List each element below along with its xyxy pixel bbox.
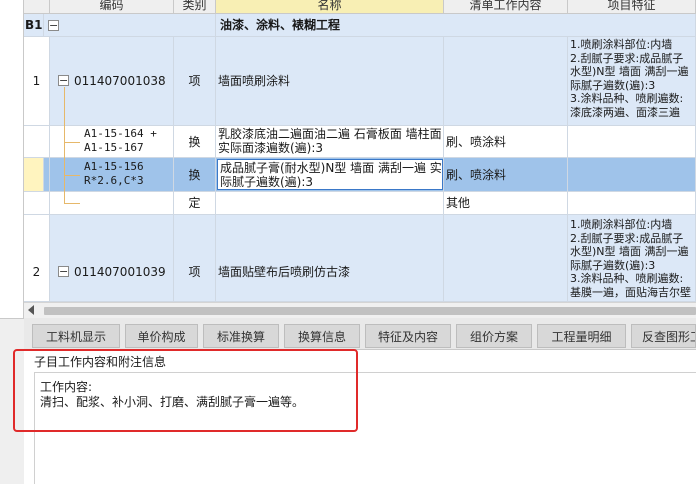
row-selector[interactable] <box>24 158 44 192</box>
header-name[interactable]: 名称 <box>216 0 444 14</box>
feature-line: 1.喷刷涂料部位:内墙 <box>570 38 673 51</box>
header-code[interactable]: 编码 <box>50 0 174 14</box>
quota-code-line: A1-15-167 <box>84 141 144 154</box>
table-row-selected[interactable]: A1-15-156 R*2.6,C*3 换 成品腻子膏(耐水型)N型 墙面 满刮… <box>24 158 696 192</box>
feature-line: 1.喷刷涂料部位:内墙 <box>570 218 673 231</box>
quota-code-line: A1-15-156 <box>84 160 144 173</box>
table-row[interactable]: 定 其他 <box>24 192 696 215</box>
bill-grid[interactable]: 编码 类别 名称 清单工作内容 项目特征 B1 − 油漆、涂料、裱糊工程 1 0… <box>24 0 696 302</box>
header-content[interactable]: 清单工作内容 <box>444 0 568 14</box>
quota-name-cell[interactable]: 成品腻子膏(耐水型)N型 墙面 满刮一遍 实际腻子遍数(遍):3 <box>216 158 444 192</box>
horizontal-scrollbar[interactable] <box>24 302 696 318</box>
item-code: 011407001039 <box>50 215 174 302</box>
collapse-icon[interactable]: − <box>58 266 69 277</box>
work-content-panel: 子目工作内容和附注信息 工作内容: 清扫、配浆、补小洞、打磨、满刮腻子膏一遍等。 <box>24 350 696 484</box>
section-tree-cell: − <box>44 14 216 37</box>
feature-line: 2.刮腻子要求:成品腻子 <box>570 231 684 245</box>
row-number <box>24 126 50 158</box>
work-content-box[interactable] <box>34 372 696 484</box>
feature-line: 3.涂料品种、喷刷遍数: <box>570 272 684 285</box>
bottom-tab-bar: 工料机显示 单价构成 标准换算 换算信息 特征及内容 组价方案 工程量明细 反查… <box>24 318 696 350</box>
left-panel-edge-lower <box>0 318 24 484</box>
tab-quantity-detail[interactable]: 工程量明细 <box>537 324 626 348</box>
collapse-icon[interactable]: − <box>58 75 69 86</box>
quota-code-line: R*2.6,C*3 <box>84 174 144 187</box>
row-number: 1 <box>24 37 50 126</box>
item-type: 项 <box>174 37 216 126</box>
table-row[interactable]: 1 011407001038 项 墙面喷刷涂料 1.喷刷涂料部位:内墙 2.刮腻… <box>24 37 696 126</box>
section-title: 油漆、涂料、裱糊工程 <box>216 14 696 37</box>
work-content-text: 清扫、配浆、补小洞、打磨、满刮腻子膏一遍等。 <box>40 395 305 409</box>
row-number: 2 <box>24 215 50 302</box>
feature-line: 际腻子遍数(遍):3 <box>570 258 656 272</box>
item-feature: 1.喷刷涂料部位:内墙 2.刮腻子要求:成品腻子 水型)N型 墙面 满刮一遍 际… <box>568 37 696 126</box>
tab-standard-conversion[interactable]: 标准换算 <box>203 324 279 348</box>
scroll-left-icon[interactable] <box>28 305 34 315</box>
feature-line: 水型)N型 墙面 满刮一遍 <box>570 245 689 258</box>
item-content <box>444 37 568 126</box>
quota-feature <box>568 126 696 158</box>
feature-line: 漆底漆两遍、面漆三遍 <box>570 105 680 119</box>
quota-code-line: A1-15-164 + <box>84 127 157 140</box>
item-type: 项 <box>174 215 216 302</box>
table-row[interactable]: A1-15-164 + A1-15-167 换 乳胶漆底油二遍面油二遍 石膏板面… <box>24 126 696 158</box>
quota-feature <box>568 192 696 215</box>
quota-type: 定 <box>174 192 216 215</box>
tab-conversion-info[interactable]: 换算信息 <box>284 324 360 348</box>
collapse-icon[interactable]: − <box>48 20 59 31</box>
header-feature[interactable]: 项目特征 <box>568 0 696 14</box>
item-feature: 1.喷刷涂料部位:内墙 2.刮腻子要求:成品腻子 水型)N型 墙面 满刮一遍 际… <box>568 215 696 302</box>
feature-line: 2.刮腻子要求:成品腻子 <box>570 51 684 65</box>
quota-content: 其他 <box>444 192 568 215</box>
scrollbar-thumb[interactable] <box>44 307 696 315</box>
tree-line <box>64 87 65 203</box>
panel-title: 子目工作内容和附注信息 <box>34 355 167 369</box>
tab-reverse-lookup[interactable]: 反查图形工 <box>631 324 696 348</box>
tree-line <box>64 142 80 143</box>
table-row[interactable]: 2 011407001039 项 墙面贴壁布后喷刷仿古漆 1.喷刷涂料部位:内墙… <box>24 215 696 302</box>
item-content <box>444 215 568 302</box>
quota-type: 换 <box>174 158 216 192</box>
tab-unit-price[interactable]: 单价构成 <box>125 324 198 348</box>
quota-name-editor[interactable]: 成品腻子膏(耐水型)N型 墙面 满刮一遍 实际腻子遍数(遍):3 <box>217 159 443 190</box>
feature-line: 基膜一遍，面贴海吉尔壁 <box>570 285 691 299</box>
quota-content: 刷、喷涂料 <box>444 126 568 158</box>
quota-content: 刷、喷涂料 <box>444 158 568 192</box>
tree-line <box>64 203 80 204</box>
feature-line: 水型)N型 墙面 满刮一遍 <box>570 65 689 78</box>
tab-pricing-scheme[interactable]: 组价方案 <box>456 324 532 348</box>
tab-labor-material[interactable]: 工料机显示 <box>32 324 120 348</box>
item-name: 墙面喷刷涂料 <box>216 37 444 126</box>
quota-type: 换 <box>174 126 216 158</box>
section-id: B1 <box>24 14 44 37</box>
header-type[interactable]: 类别 <box>174 0 216 14</box>
row-number <box>24 192 50 215</box>
feature-line: 3.涂料品种、喷刷遍数: <box>570 92 684 105</box>
feature-line: 际腻子遍数(遍):3 <box>570 78 656 92</box>
section-row[interactable]: B1 − 油漆、涂料、裱糊工程 <box>24 14 696 37</box>
item-name: 墙面贴壁布后喷刷仿古漆 <box>216 215 444 302</box>
left-panel-edge <box>0 0 24 484</box>
quota-name <box>216 192 444 215</box>
tree-line <box>64 175 80 176</box>
tab-features-content[interactable]: 特征及内容 <box>365 324 451 348</box>
quota-feature <box>568 158 696 192</box>
header-num <box>24 0 50 14</box>
quota-name: 乳胶漆底油二遍面油二遍 石膏板面 墙柱面 实际面漆遍数(遍):3 <box>216 126 444 158</box>
